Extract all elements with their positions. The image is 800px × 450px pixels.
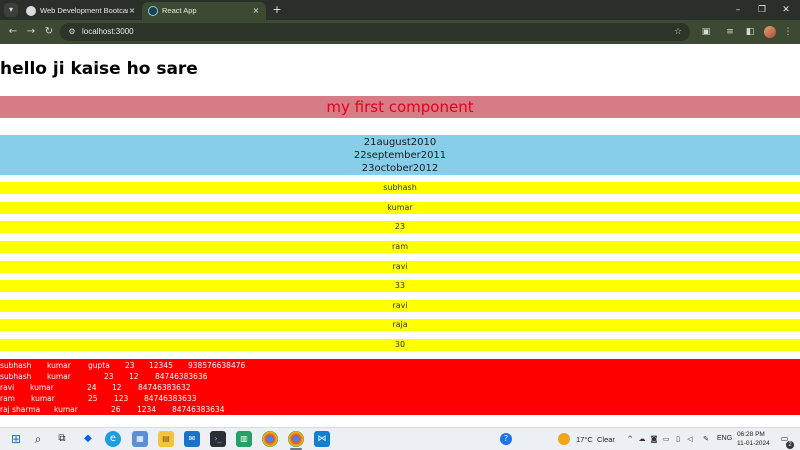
camera-icon[interactable]: ◙ xyxy=(649,434,659,444)
age: 26 xyxy=(111,405,121,414)
yellow-item: 30 xyxy=(0,339,800,351)
middle-name: kumar xyxy=(47,372,71,381)
site-info-icon[interactable]: ⚙ xyxy=(66,26,78,38)
first-name: raj sharma xyxy=(0,405,41,414)
minimize-button[interactable]: – xyxy=(730,3,746,17)
code: 123 xyxy=(114,394,129,403)
age: 24 xyxy=(87,383,97,392)
dates-panel: 21august2010 22september2011 23october20… xyxy=(0,135,800,175)
terminal-icon[interactable]: ›_ xyxy=(210,431,226,447)
window-close-button[interactable]: ✕ xyxy=(778,3,794,17)
weather-moon-icon[interactable] xyxy=(558,433,570,445)
reload-button[interactable]: ↻ xyxy=(42,25,56,39)
middle-name: kumar xyxy=(54,405,78,414)
age: 23 xyxy=(125,361,135,370)
phone: 84746383636 xyxy=(155,372,208,381)
date-item: 23october2012 xyxy=(361,163,439,174)
tab-react-app[interactable]: React App × xyxy=(142,2,266,20)
dropbox-icon[interactable]: ◆ xyxy=(80,431,96,447)
more-menu-icon[interactable]: ⋮ xyxy=(782,26,794,38)
weather-condition[interactable]: Clear xyxy=(597,435,615,444)
windows-taskbar: ⊞ ⌕ ⧉ ◆ e ▦ ▤ ✉ ›_ ▥ ⋈ ? 17°C Clear ^ ☁ … xyxy=(0,427,800,450)
search-icon[interactable]: ⌕ xyxy=(30,431,46,447)
chrome-icon[interactable] xyxy=(288,431,304,447)
tab-close-icon[interactable]: × xyxy=(250,5,262,17)
cloud-icon[interactable]: ☁ xyxy=(637,434,647,444)
first-name: subhash xyxy=(0,361,32,370)
yellow-item: 33 xyxy=(0,280,800,292)
tab-title: Web Development Bootcamp [ xyxy=(40,6,128,15)
forward-button[interactable]: → xyxy=(24,25,38,39)
edge-icon[interactable]: e xyxy=(105,431,121,447)
code: 1234 xyxy=(137,405,157,414)
people-list: subhash kumar gupta 23 12345 93857663847… xyxy=(0,359,800,415)
code: 12 xyxy=(112,383,122,392)
drive-icon[interactable]: ▭ xyxy=(661,434,671,444)
phone: 84746383632 xyxy=(138,383,191,392)
yellow-item: kumar xyxy=(0,202,800,214)
windows-start-icon[interactable]: ⊞ xyxy=(8,431,24,447)
file-explorer-icon[interactable]: ▤ xyxy=(158,431,174,447)
first-name: subhash xyxy=(0,372,32,381)
react-favicon-icon xyxy=(148,6,158,16)
browser-tab-bar: ▾ Web Development Bootcamp [ × React App… xyxy=(0,0,800,20)
url-text[interactable]: localhost:3000 xyxy=(82,23,134,41)
yellow-item: subhash xyxy=(0,182,800,194)
bookmark-star-icon[interactable]: ☆ xyxy=(672,26,684,38)
tab-web-development-bootcamp[interactable]: Web Development Bootcamp [ × xyxy=(20,2,142,20)
input-language[interactable]: ENG xyxy=(717,435,732,442)
age: 25 xyxy=(88,394,98,403)
yellow-item: ravi xyxy=(0,261,800,273)
middle-name: kumar xyxy=(31,394,55,403)
phone: 84746383633 xyxy=(144,394,197,403)
mail-icon[interactable]: ✉ xyxy=(184,431,200,447)
tab-title: React App xyxy=(162,6,197,15)
code: 12345 xyxy=(149,361,173,370)
weather-temperature[interactable]: 17°C xyxy=(576,435,593,444)
yellow-item: ravi xyxy=(0,300,800,312)
page-viewport: hello ji kaise ho sare my first componen… xyxy=(0,44,800,427)
yellow-item: ram xyxy=(0,241,800,253)
side-panel-icon[interactable]: ◧ xyxy=(744,26,756,38)
media-controls-icon[interactable]: ≡ xyxy=(724,26,736,38)
age: 23 xyxy=(104,372,114,381)
sheets-icon[interactable]: ▥ xyxy=(236,431,252,447)
battery-icon[interactable]: ▯ xyxy=(673,434,683,444)
yellow-item: raja xyxy=(0,319,800,331)
first-name: ram xyxy=(0,394,15,403)
back-button[interactable]: ← xyxy=(6,25,20,39)
extensions-icon[interactable]: ▣ xyxy=(700,26,712,38)
code: 12 xyxy=(129,372,139,381)
vscode-icon[interactable]: ⋈ xyxy=(314,431,330,447)
phone: 84746383634 xyxy=(172,405,225,414)
last-name: gupta xyxy=(88,361,110,370)
pen-icon[interactable]: ✎ xyxy=(701,434,711,444)
browser-toolbar: ← → ↻ ⚙ localhost:3000 ☆ ▣ ≡ ◧ ⋮ xyxy=(0,20,800,44)
clock-date[interactable]: 11-01-2024 xyxy=(737,440,770,447)
chrome-icon[interactable] xyxy=(262,431,278,447)
profile-avatar[interactable] xyxy=(764,26,776,38)
date-item: 22september2011 xyxy=(353,150,447,161)
photos-icon[interactable]: ▦ xyxy=(132,431,148,447)
date-item: 21august2010 xyxy=(363,137,437,148)
first-name: ravi xyxy=(0,383,15,392)
notification-count-badge: 2 xyxy=(786,441,794,449)
middle-name: kumar xyxy=(47,361,71,370)
restore-button[interactable]: ❐ xyxy=(754,3,770,17)
page-heading: hello ji kaise ho sare xyxy=(0,59,198,79)
address-bar[interactable]: ⚙ localhost:3000 ☆ xyxy=(60,23,690,41)
component-title: my first component xyxy=(0,96,800,118)
yellow-item: 23 xyxy=(0,221,800,233)
chevron-up-icon[interactable]: ^ xyxy=(625,434,635,444)
help-icon[interactable]: ? xyxy=(500,433,512,445)
task-view-icon[interactable]: ⧉ xyxy=(54,431,70,447)
tab-favicon-icon xyxy=(26,6,36,16)
phone: 938576638476 xyxy=(188,361,246,370)
middle-name: kumar xyxy=(30,383,54,392)
new-tab-button[interactable]: + xyxy=(270,3,284,17)
volume-icon[interactable]: ◁ xyxy=(685,434,695,444)
clock-time[interactable]: 06:28 PM xyxy=(737,431,765,438)
tab-close-icon[interactable]: × xyxy=(126,5,138,17)
tab-search-chevron-down-icon[interactable]: ▾ xyxy=(4,3,18,17)
